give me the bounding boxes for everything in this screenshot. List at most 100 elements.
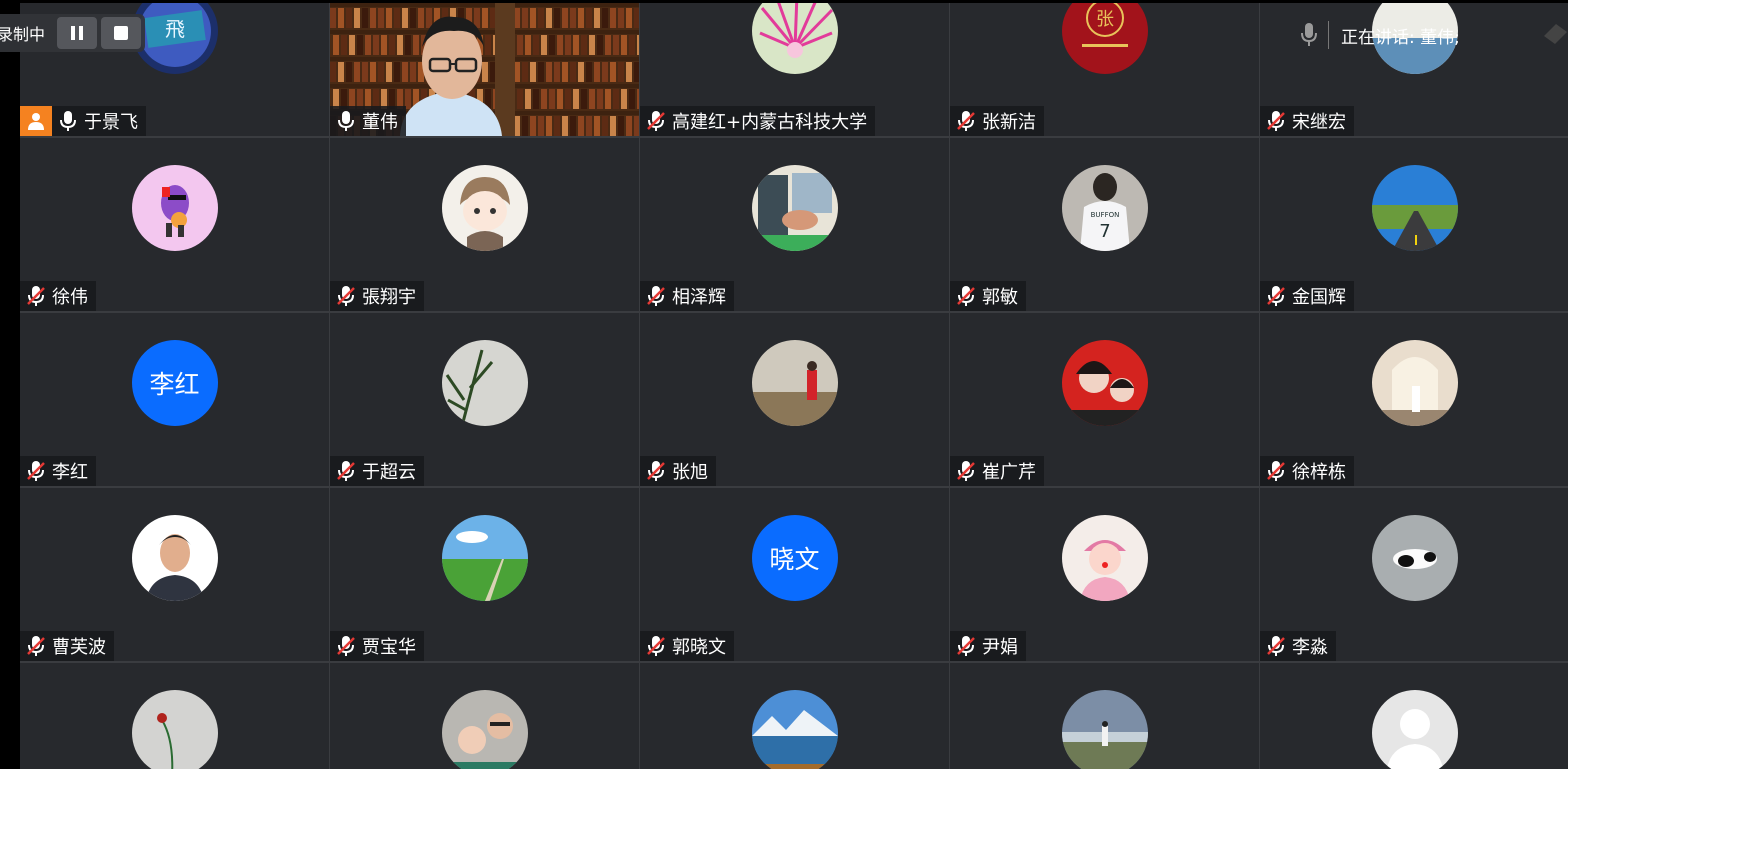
participant-tile[interactable]: 李淼	[1260, 488, 1568, 661]
participant-name-bar: 郭晓文	[640, 631, 734, 661]
microphone-muted-icon	[647, 636, 665, 656]
avatar	[131, 690, 218, 769]
participant-name-bar: 于超云	[330, 456, 424, 486]
participant-name-bar: 徐梓栋	[1260, 456, 1354, 486]
avatar	[751, 690, 838, 769]
participant-tile[interactable]: 晓文 郭晓文	[640, 488, 949, 661]
participant-tile[interactable]: 董伟	[330, 3, 639, 136]
avatar	[131, 165, 218, 251]
svg-text:BUFFON: BUFFON	[1090, 211, 1119, 219]
participant-name-bar: 金国辉	[1260, 281, 1354, 311]
microphone-muted-icon	[957, 111, 975, 131]
participant-tile[interactable]: 高建红+内蒙古科技大学	[640, 3, 949, 136]
pause-recording-button[interactable]	[57, 17, 98, 49]
participant-name-bar: 徐伟	[20, 281, 96, 311]
divider	[1328, 21, 1329, 49]
participant-tile[interactable]: 徐梓栋	[1260, 313, 1568, 486]
participant-name: 于景飞	[84, 112, 138, 133]
avatar	[1061, 515, 1148, 601]
microphone-muted-icon	[957, 461, 975, 481]
microphone-muted-icon	[1267, 461, 1285, 481]
svg-text:飛: 飛	[165, 17, 185, 41]
avatar	[751, 3, 838, 74]
microphone-icon	[1301, 23, 1317, 46]
microphone-muted-icon	[957, 636, 975, 656]
svg-text:7: 7	[1099, 221, 1110, 242]
participant-tile[interactable]: 李红 李红	[20, 313, 329, 486]
participant-tile[interactable]: 尹娟	[950, 488, 1259, 661]
avatar	[1372, 690, 1458, 769]
avatar: 晓文	[751, 515, 838, 601]
participant-name: 徐伟	[52, 287, 88, 308]
participant-tile[interactable]	[640, 663, 949, 769]
participant-name: 于超云	[362, 462, 416, 483]
avatar: 张	[1061, 3, 1148, 74]
participant-name-bar: 李红	[20, 456, 96, 486]
microphone-muted-icon	[647, 111, 665, 131]
participant-tile[interactable]: 张旭	[640, 313, 949, 486]
avatar	[751, 165, 838, 251]
person-icon	[28, 113, 44, 130]
participant-name-bar: 董伟	[330, 106, 406, 136]
avatar: BUFFON 7	[1061, 165, 1148, 251]
participant-tile[interactable]	[950, 663, 1259, 769]
participant-tile[interactable]: 崔广芹	[950, 313, 1259, 486]
participant-name: 郭敏	[982, 287, 1018, 308]
participant-name-bar: 张旭	[640, 456, 716, 486]
microphone-muted-icon	[27, 636, 45, 656]
microphone-muted-icon	[337, 461, 355, 481]
participant-tile[interactable]	[20, 663, 329, 769]
microphone-icon	[338, 111, 354, 131]
participant-tile[interactable]: BUFFON 7 郭敏	[950, 138, 1259, 311]
corner-icon[interactable]	[1540, 18, 1568, 50]
avatar	[1372, 340, 1458, 426]
avatar	[751, 340, 838, 426]
participant-name: 李红	[52, 462, 88, 483]
participant-tile[interactable]: 张张新洁	[950, 3, 1259, 136]
microphone-muted-icon	[337, 286, 355, 306]
avatar	[131, 515, 218, 601]
participant-tile[interactable]: 曹芙波	[20, 488, 329, 661]
participant-tile[interactable]	[1260, 663, 1568, 769]
participant-name-bar: 宋继宏	[1260, 106, 1354, 136]
participant-name: 金国辉	[1292, 287, 1346, 308]
participant-name-bar: 张新洁	[950, 106, 1044, 136]
participant-tile[interactable]: 張翔宇	[330, 138, 639, 311]
active-speaker-indicator: 正在讲话: 董伟;	[1300, 14, 1460, 56]
participant-tile[interactable]: 相泽辉	[640, 138, 949, 311]
participant-name: 张旭	[672, 462, 708, 483]
participant-tile[interactable]: 于超云	[330, 313, 639, 486]
microphone-muted-icon	[27, 286, 45, 306]
participant-name-bar: 贾宝华	[330, 631, 424, 661]
microphone-muted-icon	[337, 636, 355, 656]
avatar	[1061, 340, 1148, 426]
avatar: 李红	[131, 340, 218, 426]
participant-name: 高建红+内蒙古科技大学	[672, 112, 868, 133]
host-badge	[20, 106, 52, 136]
participant-name-bar: 高建红+内蒙古科技大学	[640, 106, 876, 136]
participant-name-bar: 相泽辉	[640, 281, 734, 311]
participant-name: 相泽辉	[672, 287, 726, 308]
microphone-muted-icon	[1267, 111, 1285, 131]
participant-name: 张新洁	[982, 112, 1036, 133]
avatar	[1372, 515, 1458, 601]
avatar	[441, 340, 528, 426]
participant-name: 尹娟	[982, 637, 1018, 658]
microphone-muted-icon	[1267, 286, 1285, 306]
participant-name: 贾宝华	[362, 637, 416, 658]
participant-name: 徐梓栋	[1292, 462, 1346, 483]
participant-name-bar: 于景飞	[20, 106, 146, 136]
pause-icon	[71, 26, 84, 40]
microphone-muted-icon	[647, 461, 665, 481]
participant-tile[interactable]: 徐伟	[20, 138, 329, 311]
eraser-icon	[1544, 24, 1567, 44]
stop-recording-button[interactable]	[101, 17, 142, 49]
svg-text:张: 张	[1096, 9, 1114, 30]
avatar	[1372, 165, 1458, 251]
participant-name-bar: 曹芙波	[20, 631, 114, 661]
recording-toolbar: 录制中	[0, 14, 146, 52]
participant-tile[interactable]	[330, 663, 639, 769]
participant-tile[interactable]: 贾宝华	[330, 488, 639, 661]
microphone-muted-icon	[1267, 636, 1285, 656]
participant-tile[interactable]: 金国辉	[1260, 138, 1568, 311]
